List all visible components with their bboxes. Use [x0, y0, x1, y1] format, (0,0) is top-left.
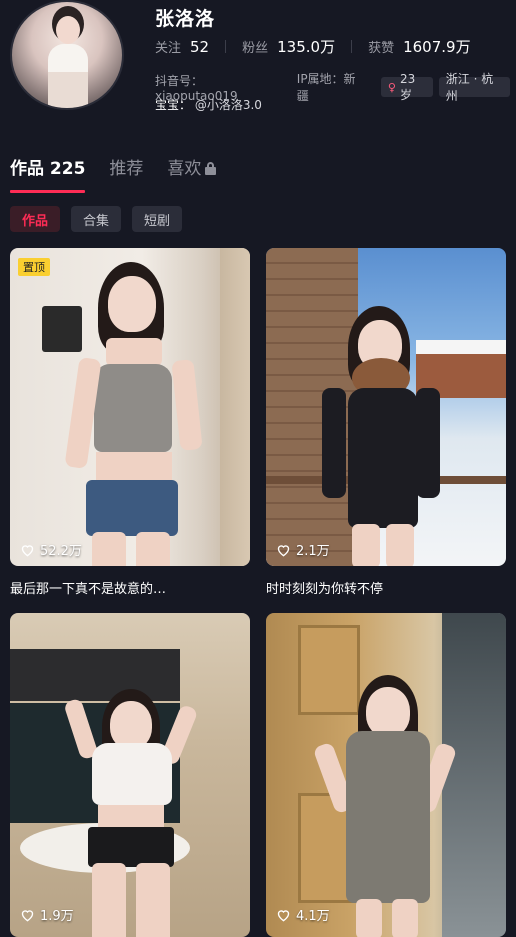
location-tag-label: 浙江 · 杭州 [445, 72, 494, 103]
profile-page: 张洛洛 关注 52 粉丝 135.0万 获赞 1607.9万 抖音号：xiaop… [0, 0, 516, 937]
age-tag-label: 23岁 [399, 71, 416, 102]
video-card[interactable]: 2.1万 [266, 248, 506, 566]
stat-following[interactable]: 关注 52 [155, 37, 209, 56]
sub-tabs: 作品 合集 短剧 [10, 206, 183, 232]
stat-following-label: 关注 [155, 41, 182, 56]
video-card[interactable]: 置顶 52.2万 [10, 248, 250, 566]
divider [225, 40, 227, 53]
stat-likes-label: 获赞 [368, 41, 395, 56]
baobao-label: 宝宝： [155, 98, 192, 112]
like-count: 52.2万 [20, 540, 82, 559]
heart-icon [21, 544, 34, 556]
subtab-works[interactable]: 作品 [10, 206, 61, 232]
like-count: 4.1万 [276, 905, 330, 924]
like-count-value: 4.1万 [296, 909, 330, 924]
age-tag: ♀ 23岁 [380, 72, 433, 102]
stat-following-value: 52 [190, 38, 210, 56]
stat-followers[interactable]: 粉丝 135.0万 [242, 36, 335, 57]
tab-recommend[interactable]: 推荐 [109, 154, 143, 179]
profile-name: 张洛洛 [155, 8, 216, 30]
video-caption[interactable]: 时时刻刻为你转不停 [266, 578, 383, 597]
baobao-line: 宝宝： @小洛洛3.0 [155, 96, 262, 113]
content-tabs: 作品 225 推荐 喜欢 [10, 154, 240, 193]
like-count: 1.9万 [20, 905, 74, 924]
video-thumbnail [266, 613, 506, 937]
pinned-badge: 置顶 [18, 258, 50, 276]
like-count-value: 2.1万 [296, 544, 330, 559]
subtab-short-dramas[interactable]: 短剧 [132, 206, 183, 232]
female-icon: ♀ [387, 80, 396, 94]
like-count-value: 1.9万 [40, 909, 74, 924]
subtab-collections[interactable]: 合集 [71, 206, 122, 232]
like-count: 2.1万 [276, 540, 330, 559]
stat-likes[interactable]: 获赞 1607.9万 [368, 36, 471, 57]
video-card[interactable]: 4.1万 [266, 613, 506, 937]
avatar[interactable] [10, 0, 124, 110]
heart-icon [277, 909, 290, 921]
stat-followers-label: 粉丝 [242, 41, 269, 56]
tab-likes-label: 喜欢 [167, 159, 202, 179]
heart-icon [21, 909, 34, 921]
video-caption[interactable]: 最后那一下真不是故意的… [10, 578, 166, 597]
video-card[interactable]: 1.9万 [10, 613, 250, 937]
divider [351, 40, 353, 53]
heart-icon [277, 544, 290, 556]
tab-works[interactable]: 作品 225 [10, 154, 86, 193]
like-count-value: 52.2万 [40, 544, 82, 559]
stat-likes-value: 1607.9万 [403, 38, 471, 56]
ip-location: IP属地：新疆 [296, 72, 356, 103]
tab-likes[interactable]: 喜欢 [167, 154, 217, 179]
video-thumbnail [266, 248, 506, 566]
location-tag: 浙江 · 杭州 [438, 72, 510, 103]
profile-stats: 关注 52 粉丝 135.0万 获赞 1607.9万 [155, 36, 471, 57]
lock-icon [205, 162, 217, 175]
video-thumbnail [10, 248, 250, 566]
baobao-link[interactable]: @小洛洛3.0 [195, 98, 262, 112]
stat-followers-value: 135.0万 [277, 38, 336, 56]
video-thumbnail [10, 613, 250, 937]
